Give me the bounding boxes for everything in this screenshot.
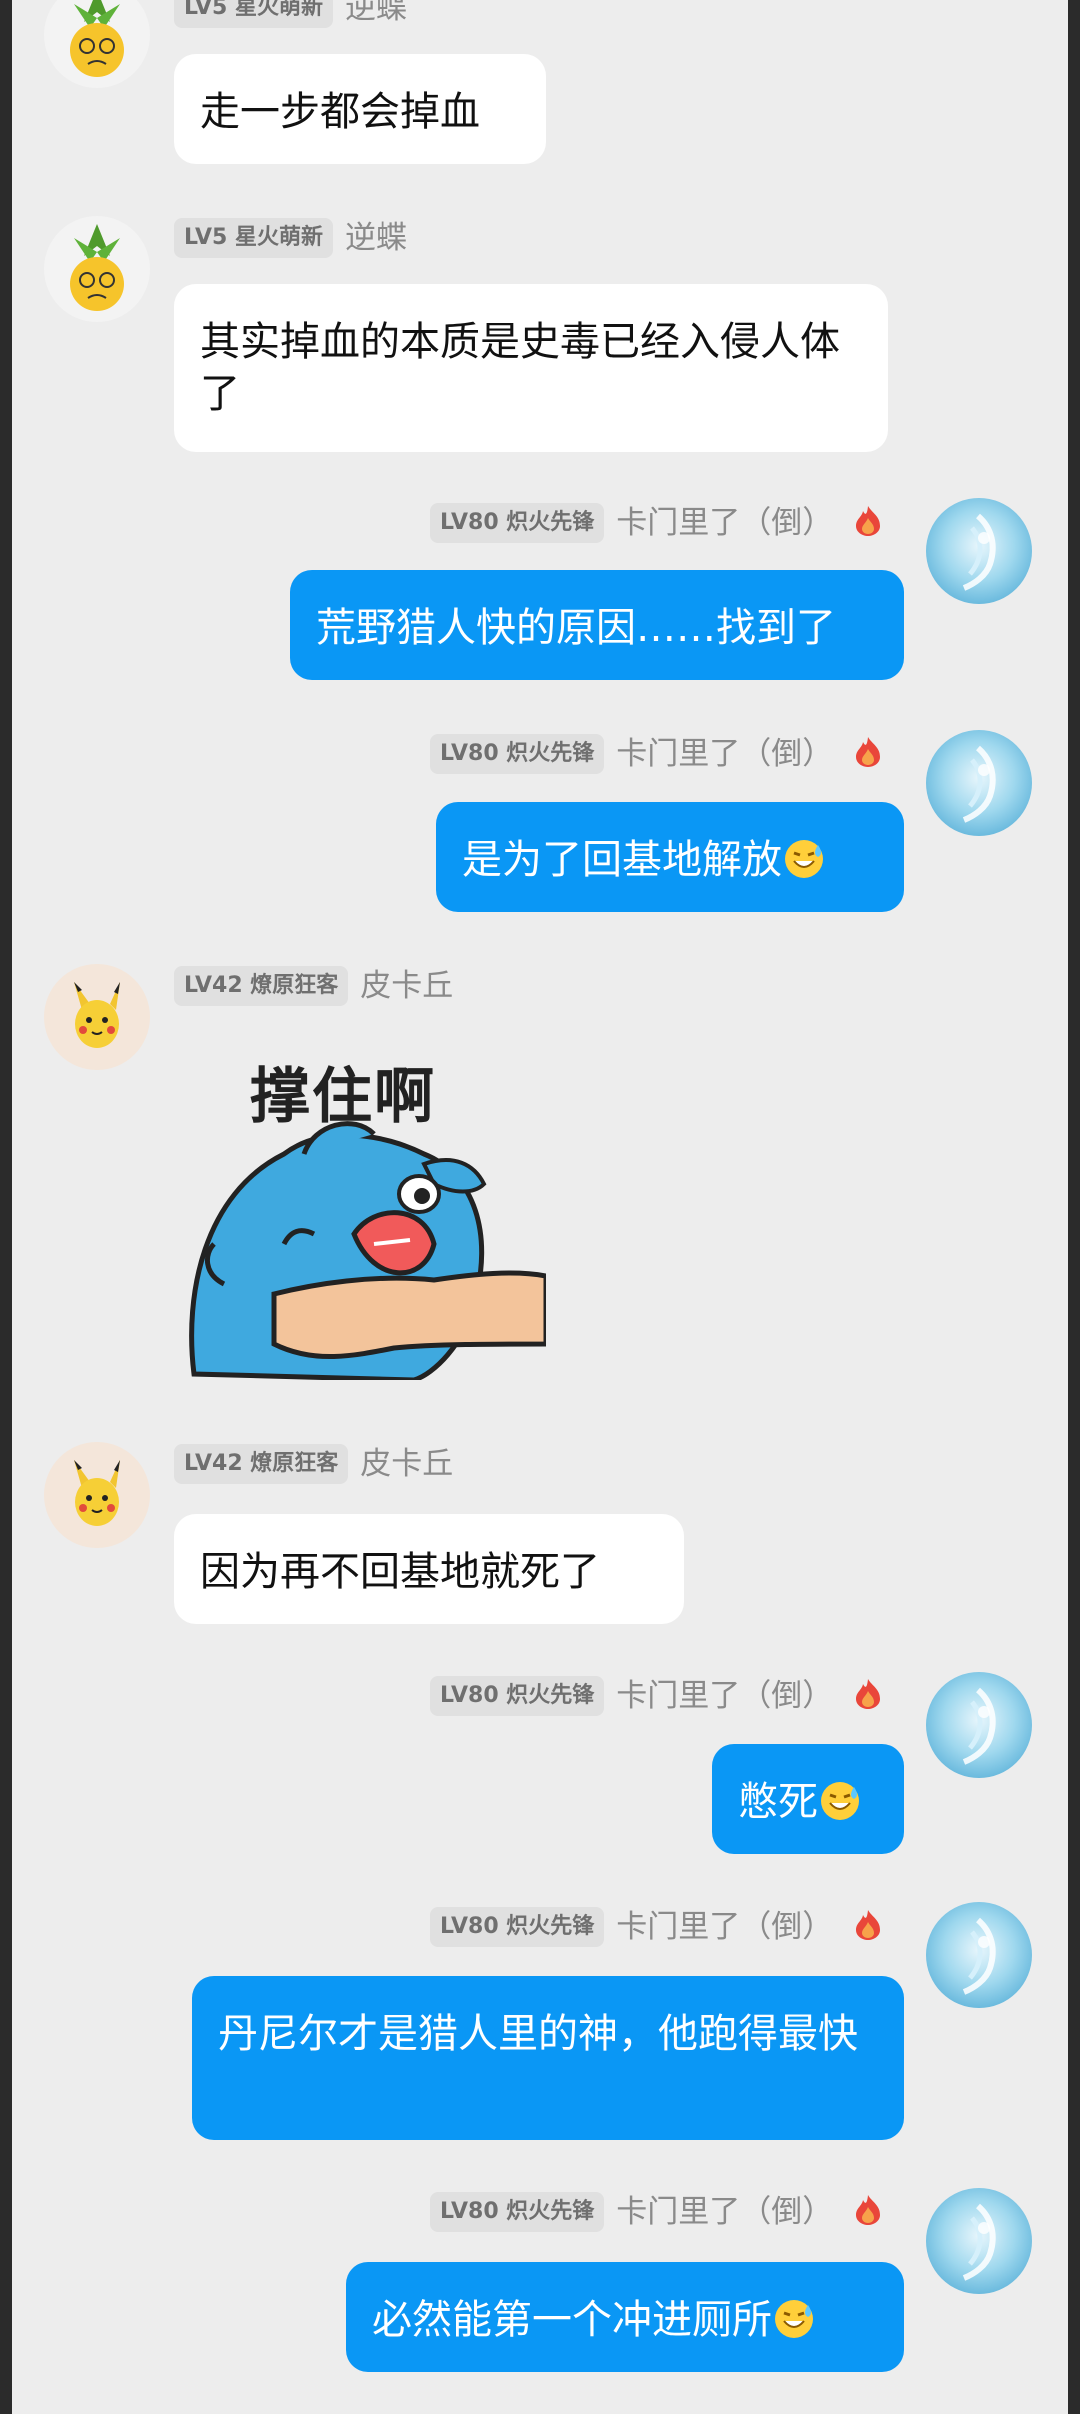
level-badge: LV80 炽火先锋: [430, 1676, 605, 1716]
message-text: 是为了回基地解放: [462, 837, 782, 883]
frost-avatar[interactable]: [926, 730, 1032, 836]
fire-icon: [851, 1677, 885, 1715]
sender-meta: LV80 炽火先锋 卡门里了（倒）: [430, 503, 885, 543]
frost-avatar[interactable]: [926, 1672, 1032, 1778]
level-badge: LV80 炽火先锋: [430, 1907, 605, 1947]
level-badge: LV5 星火萌新: [174, 0, 333, 28]
sender-meta: LV80 炽火先锋 卡门里了（倒）: [430, 1676, 885, 1716]
sender-name[interactable]: 皮卡丘: [360, 966, 453, 1006]
screen-edge-left: [0, 0, 12, 2414]
sender-meta: LV80 炽火先锋 卡门里了（倒）: [430, 2192, 885, 2232]
fire-icon: [851, 735, 885, 773]
sender-name[interactable]: 卡门里了（倒）: [616, 2192, 833, 2232]
message-bubble[interactable]: 走一步都会掉血: [174, 54, 546, 164]
grin-sweat-emoji: [782, 837, 826, 894]
pineapple-avatar[interactable]: [44, 216, 150, 322]
message-bubble[interactable]: 丹尼尔才是猎人里的神，他跑得最快: [192, 1976, 904, 2140]
message-bubble[interactable]: 是为了回基地解放: [436, 802, 904, 912]
sender-name[interactable]: 卡门里了（倒）: [616, 1676, 833, 1716]
grin-sweat-emoji: [818, 1779, 862, 1836]
frost-avatar[interactable]: [926, 498, 1032, 604]
level-badge: LV80 炽火先锋: [430, 503, 605, 543]
sender-meta: LV5 星火萌新 逆蝶: [174, 218, 407, 258]
sender-meta: LV5 星火萌新 逆蝶: [174, 0, 407, 28]
sender-name[interactable]: 逆蝶: [345, 0, 407, 28]
chat-view[interactable]: LV5 星火萌新 逆蝶 走一步都会掉血 LV5 星火萌新 逆蝶 其实掉血的本质是…: [0, 0, 1080, 2414]
level-badge: LV80 炽火先锋: [430, 734, 605, 774]
message-bubble[interactable]: 必然能第一个冲进厕所: [346, 2262, 904, 2372]
level-badge: LV42 燎原狂客: [174, 966, 349, 1006]
sender-meta: LV42 燎原狂客 皮卡丘: [174, 966, 453, 1006]
sender-name[interactable]: 卡门里了（倒）: [616, 734, 833, 774]
sender-name[interactable]: 卡门里了（倒）: [616, 503, 833, 543]
sender-name[interactable]: 皮卡丘: [360, 1444, 453, 1484]
message-bubble[interactable]: 其实掉血的本质是史毒已经入侵人体了: [174, 284, 888, 452]
level-badge: LV42 燎原狂客: [174, 1444, 349, 1484]
frost-avatar[interactable]: [926, 1902, 1032, 2008]
screen-edge-right: [1068, 0, 1080, 2414]
level-badge: LV5 星火萌新: [174, 218, 333, 258]
sticker-image[interactable]: 撑住啊: [174, 1044, 546, 1380]
sender-meta: LV42 燎原狂客 皮卡丘: [174, 1444, 453, 1484]
level-badge: LV80 炽火先锋: [430, 2192, 605, 2232]
fire-icon: [851, 1908, 885, 1946]
pikachu-avatar[interactable]: [44, 1442, 150, 1548]
sender-name[interactable]: 卡门里了（倒）: [616, 1907, 833, 1947]
message-text: 憋死: [738, 1779, 818, 1825]
fire-icon: [851, 2193, 885, 2231]
pikachu-avatar[interactable]: [44, 964, 150, 1070]
message-bubble[interactable]: 荒野猎人快的原因……找到了: [290, 570, 904, 680]
sender-meta: LV80 炽火先锋 卡门里了（倒）: [430, 1907, 885, 1947]
frost-avatar[interactable]: [926, 2188, 1032, 2294]
grin-sweat-emoji: [772, 2297, 816, 2354]
message-bubble[interactable]: 憋死: [712, 1744, 904, 1854]
fire-icon: [851, 504, 885, 542]
message-bubble[interactable]: 因为再不回基地就死了: [174, 1514, 684, 1624]
message-text: 必然能第一个冲进厕所: [372, 2297, 772, 2343]
pineapple-avatar[interactable]: [44, 0, 150, 88]
sender-meta: LV80 炽火先锋 卡门里了（倒）: [430, 734, 885, 774]
sender-name[interactable]: 逆蝶: [345, 218, 407, 258]
